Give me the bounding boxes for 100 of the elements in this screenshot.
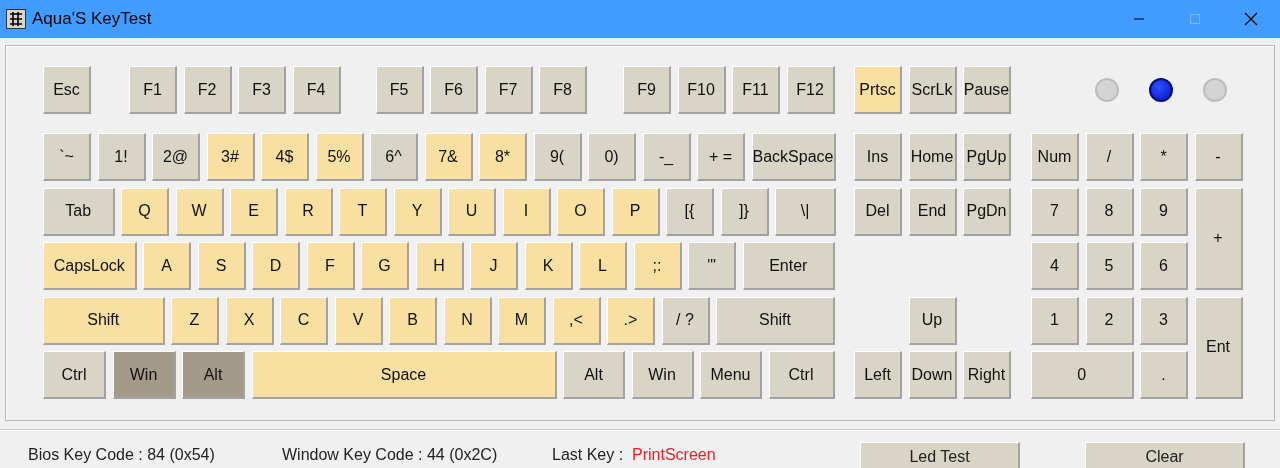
- keyboard-key: L: [579, 242, 627, 290]
- keyboard-key: .: [1140, 351, 1188, 399]
- keyboard-key: PgUp: [963, 133, 1011, 181]
- keyboard-key: Esc: [43, 66, 91, 114]
- keyboard-key: '": [688, 242, 736, 290]
- keyboard-key: Win: [112, 351, 176, 399]
- keyboard-key: T: [339, 187, 387, 236]
- keyboard-key: Tab: [43, 187, 115, 236]
- keyboard-key: 1!: [97, 133, 146, 181]
- keyboard-key: 6^: [370, 133, 418, 181]
- clear-button[interactable]: Clear: [1085, 442, 1245, 468]
- keyboard-key: PgDn: [963, 187, 1011, 236]
- led-test-button[interactable]: Led Test: [860, 442, 1020, 468]
- keyboard-key: -_: [642, 133, 691, 181]
- keyboard-key: Alt: [182, 351, 245, 399]
- last-key-value: PrintScreen: [632, 446, 717, 464]
- keyboard-key: Home: [908, 133, 957, 181]
- keyboard-key: BackSpace: [751, 133, 836, 181]
- keyboard-key: 5%: [315, 133, 364, 181]
- keyboard-key: D: [252, 242, 300, 290]
- keyboard-key: Menu: [700, 351, 762, 399]
- keyboard-key: ]}: [720, 187, 769, 236]
- keyboard-key: Z: [171, 296, 219, 345]
- keyboard-key: *: [1140, 133, 1188, 181]
- keyboard-key: 5: [1085, 242, 1134, 290]
- keyboard-key: Del: [854, 187, 902, 236]
- keyboard-key: Prtsc: [854, 66, 902, 114]
- keyboard-key: 7: [1031, 187, 1079, 236]
- keyboard-key: P: [611, 187, 660, 236]
- keyboard-key: 3#: [206, 133, 255, 181]
- close-icon[interactable]: [1244, 12, 1258, 26]
- keyboard-key: R: [284, 187, 333, 236]
- keyboard-key: Enter: [742, 242, 835, 290]
- keyboard-key: F11: [732, 66, 780, 114]
- keyboard-key: 1: [1031, 296, 1079, 345]
- keyboard-key: Ins: [854, 133, 902, 181]
- keyboard-key: Shift: [716, 296, 835, 345]
- keyboard-key: 4$: [261, 133, 309, 181]
- keyboard-key: M: [498, 296, 546, 345]
- keyboard-key: H: [415, 242, 464, 290]
- keyboard-key: O: [557, 187, 605, 236]
- keyboard-key: 8: [1085, 187, 1134, 236]
- window-title: Aqua'S KeyTest: [32, 9, 152, 29]
- keyboard-key: -: [1194, 133, 1243, 181]
- keyboard-key: G: [361, 242, 409, 290]
- keyboard-key: 2@: [152, 133, 200, 181]
- keyboard-key: +: [1194, 187, 1243, 290]
- keyboard-grid-icon: [6, 9, 26, 29]
- keyboard-key: 0): [588, 133, 636, 181]
- keyboard-key: Left: [854, 351, 902, 399]
- keyboard-key: Alt: [563, 351, 625, 399]
- keyboard-key: End: [908, 187, 957, 236]
- keyboard-key: F9: [623, 66, 671, 114]
- keyboard-key: Space: [251, 351, 557, 399]
- keyboard-key: Up: [908, 296, 957, 345]
- keyboard-key: W: [175, 187, 224, 236]
- keyboard-key: 0: [1031, 351, 1134, 399]
- keyboard-key: Down: [908, 351, 957, 399]
- keyboard-key: F6: [430, 66, 478, 114]
- keyboard-key: + =: [697, 133, 745, 181]
- keyboard-key: U: [448, 187, 496, 236]
- keyboard-key: Ctrl: [768, 351, 835, 399]
- bios-key-code: Bios Key Code : 84 (0x54): [28, 446, 216, 464]
- keyboard-key: E: [230, 187, 278, 236]
- keyboard-key: 2: [1085, 296, 1134, 345]
- keyboard-key: 6: [1140, 242, 1188, 290]
- keyboard-key: / ?: [661, 296, 710, 345]
- window-key-code: Window Key Code : 44 (0x2C): [282, 446, 499, 464]
- keyboard-key: F3: [238, 66, 286, 114]
- keyboard-key: ;:: [633, 242, 682, 290]
- keyboard-key: F5: [375, 66, 424, 114]
- keyboard-key: F4: [292, 66, 341, 114]
- keyboard-key: F12: [786, 66, 835, 114]
- keyboard-key: K: [524, 242, 573, 290]
- keyboard-key: V: [334, 296, 383, 345]
- keyboard-key: C: [280, 296, 328, 345]
- keyboard-key: 8*: [479, 133, 527, 181]
- keyboard-key: B: [389, 296, 437, 345]
- keyboard-key: A: [143, 242, 191, 290]
- keyboard-key: 7&: [424, 133, 473, 181]
- keyboard-key: N: [443, 296, 492, 345]
- keyboard-key: Ent: [1194, 296, 1243, 399]
- keyboard-key: F7: [484, 66, 533, 114]
- keyboard-key: F: [306, 242, 355, 290]
- keyboard-key: 4: [1031, 242, 1079, 290]
- keyboard-key: Y: [393, 187, 442, 236]
- keyboard-key: F8: [539, 66, 587, 114]
- keyboard-key: Shift: [43, 296, 165, 345]
- keyboard-key: S: [197, 242, 246, 290]
- keyboard-key: F10: [677, 66, 726, 114]
- keyboard-key: X: [225, 296, 274, 345]
- keyboard-key: [{: [666, 187, 714, 236]
- keyboard-key: 3: [1140, 296, 1188, 345]
- keyboard-key: /: [1085, 133, 1134, 181]
- keyboard-key: .>: [607, 296, 655, 345]
- keyboard-key: \|: [775, 187, 836, 236]
- keyboard-key: ScrLk: [908, 66, 957, 114]
- keyboard-key: Num: [1031, 133, 1079, 181]
- keyboard-key: Q: [121, 187, 169, 236]
- keyboard-key: ,<: [552, 296, 601, 345]
